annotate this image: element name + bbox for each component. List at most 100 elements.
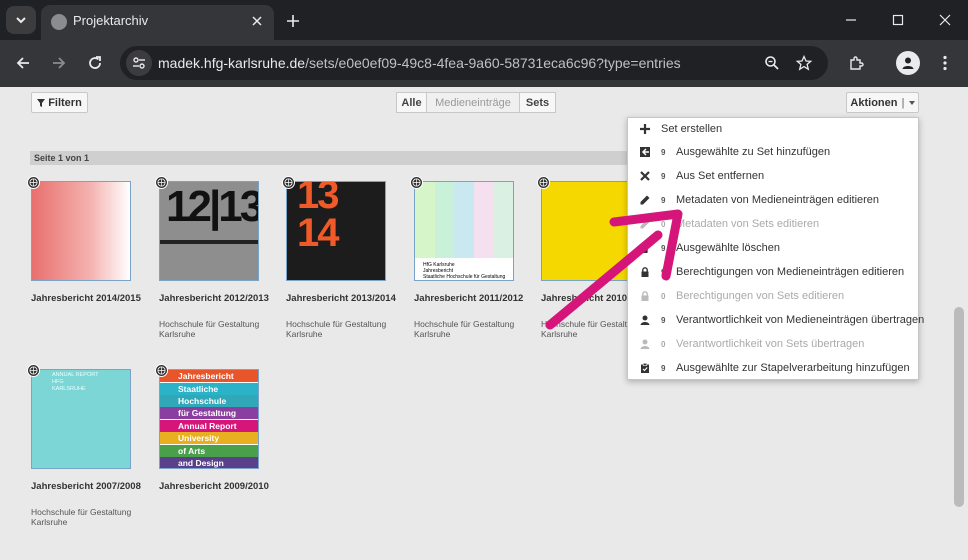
reload-button[interactable] <box>81 49 109 77</box>
maximize-button[interactable] <box>880 6 916 34</box>
new-tab-button[interactable] <box>280 8 306 34</box>
menu-item-count: 0 <box>661 220 666 229</box>
minimize-button[interactable] <box>833 6 869 34</box>
menu-item-remove-from-set[interactable]: 9 Aus Set entfernen <box>628 165 918 189</box>
tune-icon <box>133 57 145 69</box>
menu-item-label: Metadaten von Medieneinträgen editieren <box>676 194 880 206</box>
tab-title: Projektarchiv <box>73 13 149 28</box>
menu-item-count: 9 <box>661 148 666 157</box>
add-to-set-icon <box>640 147 650 157</box>
menu-item-label: Aus Set entfernen <box>676 170 765 182</box>
card-title[interactable]: Jahresbericht 2013/2014 <box>286 293 396 304</box>
menu-item-add-to-set[interactable]: 9 Ausgewählte zu Set hinzufügen <box>628 141 918 165</box>
menu-item-count: 9 <box>661 244 666 253</box>
thumbnail-text: of Arts <box>178 446 206 456</box>
chevron-down-icon <box>16 17 26 24</box>
segment-sets[interactable]: Sets <box>519 92 556 113</box>
close-icon <box>252 16 262 26</box>
menu-item-edit-media-permissions[interactable]: 9 Berechtigungen von Medieneinträgen edi… <box>628 261 918 285</box>
menu-item-set-erstellen[interactable]: Set erstellen <box>628 118 918 142</box>
address-bar[interactable]: madek.hfg-karlsruhe.de/sets/e0e0ef09-49c… <box>120 46 828 80</box>
scrollbar[interactable] <box>950 87 968 560</box>
card-thumbnail[interactable] <box>31 181 131 281</box>
menu-item-count: 9 <box>661 364 666 373</box>
menu-item-label: Ausgewählte löschen <box>676 242 780 254</box>
menu-item-transfer-set-responsibility: 0 Verantwortlichkeit von Sets übertragen <box>628 333 918 357</box>
card-thumbnail[interactable] <box>541 181 641 281</box>
menu-item-add-to-batch[interactable]: 9 Ausgewählte zur Stapelverarbeitung hin… <box>628 357 918 381</box>
actions-label: Aktionen <box>850 96 898 109</box>
close-window-button[interactable] <box>927 6 963 34</box>
card-title[interactable]: Jahresbericht 2009/2010 <box>159 481 269 492</box>
site-info-button[interactable] <box>126 50 152 76</box>
menu-item-label: Ausgewählte zur Stapelverarbeitung hinzu… <box>676 362 910 374</box>
trash-icon <box>640 243 650 253</box>
back-button[interactable] <box>9 49 37 77</box>
clipboard-icon <box>640 363 650 373</box>
profile-button[interactable] <box>896 51 920 75</box>
thumbnail-text: 13 14 <box>297 181 339 255</box>
menu-item-count: 0 <box>661 292 666 301</box>
url-text: madek.hfg-karlsruhe.de/sets/e0e0ef09-49c… <box>158 55 681 71</box>
menu-item-label: Metadaten von Sets editieren <box>676 218 820 230</box>
star-icon <box>796 55 812 71</box>
zoom-icon <box>765 56 779 70</box>
browser-toolbar: madek.hfg-karlsruhe.de/sets/e0e0ef09-49c… <box>0 40 968 87</box>
card-author: Hochschule für Gestaltung Karlsruhe <box>159 319 260 339</box>
globe-icon <box>155 364 168 377</box>
menu-item-label: Verantwortlichkeit von Medieneinträgen ü… <box>676 314 925 326</box>
tab-search-button[interactable] <box>6 6 36 34</box>
thumbnail-text: für Gestaltung <box>178 408 237 418</box>
menu-item-count: 9 <box>661 172 666 181</box>
card-title[interactable]: Jahresbericht 2014/2015 <box>31 293 141 304</box>
zoom-button[interactable] <box>762 53 782 73</box>
thumbnail-text: 12|13 <box>166 182 259 231</box>
chrome-menu-button[interactable] <box>931 49 959 77</box>
segment-all[interactable]: Alle <box>396 92 427 113</box>
lock-icon <box>640 267 650 277</box>
forward-button[interactable] <box>45 49 73 77</box>
thumbnail-text: Annual Report <box>52 372 99 378</box>
menu-item-label: Set erstellen <box>661 123 723 135</box>
extensions-button[interactable] <box>842 49 870 77</box>
card-thumbnail[interactable]: HfG Karlsruhe Jahresbericht Staatliche H… <box>414 181 514 281</box>
bookmark-button[interactable] <box>794 53 814 73</box>
user-icon <box>902 57 914 69</box>
menu-item-label: Berechtigungen von Sets editieren <box>676 290 845 302</box>
menu-item-edit-set-metadata: 0 Metadaten von Sets editieren <box>628 213 918 237</box>
tab-projektarchiv[interactable]: Projektarchiv <box>41 5 274 40</box>
filter-button[interactable]: Filtern <box>31 92 88 113</box>
menu-item-count: 9 <box>661 268 666 277</box>
segment-sets-label: Sets <box>525 96 550 109</box>
arrow-left-icon <box>16 57 29 69</box>
globe-icon <box>155 176 168 189</box>
pencil-icon <box>640 195 650 205</box>
card-thumbnail[interactable]: Annual Report HfG Karlsruhe <box>31 369 131 469</box>
menu-item-label: Berechtigungen von Medieneinträgen editi… <box>676 266 905 278</box>
more-vertical-icon <box>943 55 947 71</box>
pencil-icon <box>640 219 650 229</box>
card-title[interactable]: Jahresbericht 2007/2008 <box>31 481 141 492</box>
menu-item-transfer-media-responsibility[interactable]: 9 Verantwortlichkeit von Medieneinträgen… <box>628 309 924 333</box>
card-title[interactable]: Jahresbericht 2012/2013 <box>159 293 269 304</box>
actions-button[interactable]: Aktionen | <box>846 92 919 113</box>
card-author: Hochschule für Gestaltung Karlsruhe <box>31 507 132 527</box>
close-tab-button[interactable] <box>248 12 266 30</box>
maximize-icon <box>892 14 904 26</box>
thumbnail-text: Annual Report <box>178 421 237 431</box>
page-indicator-bar: Seite 1 von 1 <box>30 151 650 165</box>
card-thumbnail[interactable]: Jahresbericht Staatliche Hochschule für … <box>159 369 259 469</box>
thumbnail-text: Staatliche Hochschule für Gestaltung <box>423 274 506 280</box>
lock-icon <box>640 291 650 301</box>
close-icon <box>939 14 951 26</box>
card-thumbnail[interactable]: 12|13 <box>159 181 259 281</box>
tab-strip: Projektarchiv <box>0 0 968 40</box>
scrollbar-thumb[interactable] <box>954 307 964 507</box>
segment-media-entries[interactable]: Medieneinträge <box>426 92 520 113</box>
card-title[interactable]: Jahresbericht 2011/2012 <box>414 293 523 304</box>
card-thumbnail[interactable]: 13 14 <box>286 181 386 281</box>
menu-item-edit-media-metadata[interactable]: 9 Metadaten von Medieneinträgen editiere… <box>628 189 918 213</box>
globe-icon <box>51 14 67 30</box>
plus-icon <box>640 124 650 134</box>
menu-item-delete-selected[interactable]: 9 Ausgewählte löschen <box>628 237 918 261</box>
